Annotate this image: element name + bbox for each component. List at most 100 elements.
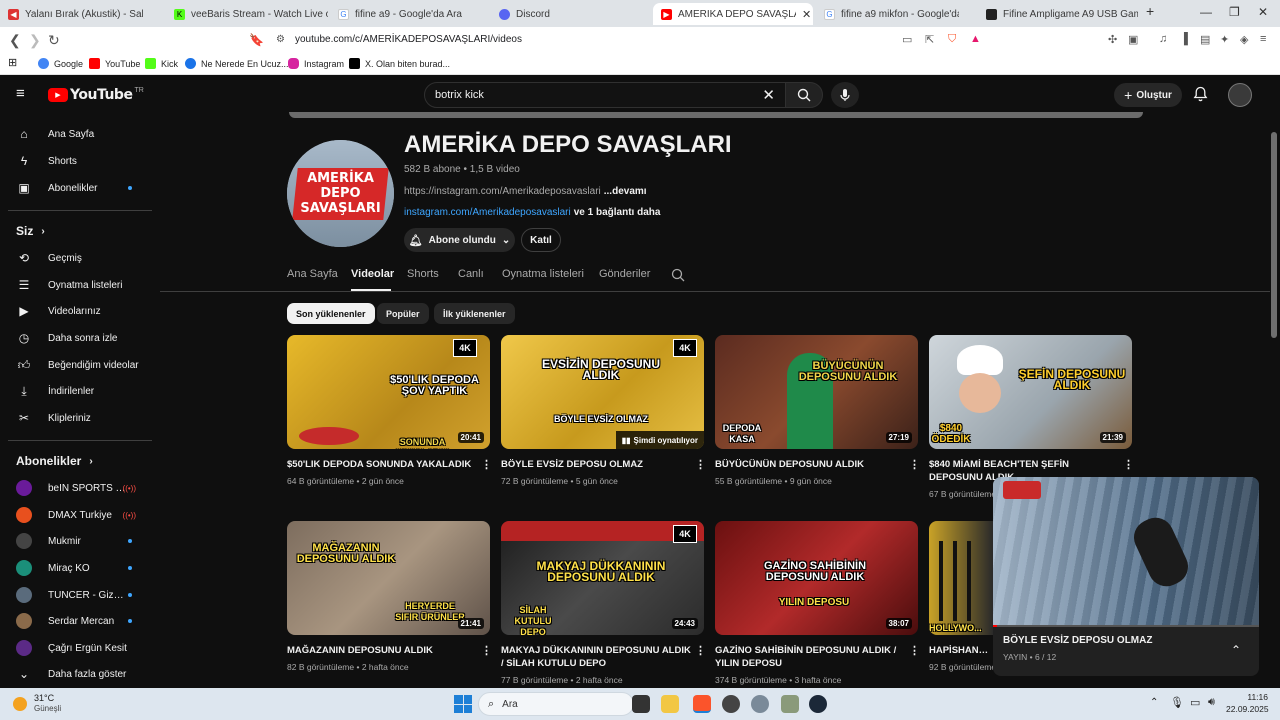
channel-search-icon[interactable]: [671, 268, 685, 285]
maximize-icon[interactable]: ❐: [1229, 5, 1240, 19]
clock[interactable]: 11:16 22.09.2025: [1226, 692, 1269, 714]
clear-search-icon[interactable]: ✕: [762, 86, 775, 104]
reload-icon[interactable]: ↻: [48, 32, 60, 49]
weather-temp[interactable]: 31°C: [34, 693, 54, 703]
close-tab-icon[interactable]: ✕: [802, 8, 811, 21]
microphone-icon[interactable]: 🎙︎: [1170, 696, 1184, 709]
sidebar-you-heading[interactable]: Siz ›: [16, 224, 45, 238]
more-options-icon[interactable]: ⋮: [481, 458, 492, 471]
page-scrollbar[interactable]: [1271, 132, 1277, 338]
sidebar-subscriptions-heading[interactable]: Abonelikler ›: [16, 454, 93, 468]
media-icon[interactable]: ♫: [1159, 33, 1167, 45]
video-title[interactable]: $50'LIK DEPODA SONUNDA YAKALADIK: [287, 458, 477, 471]
account-avatar[interactable]: [1228, 83, 1252, 107]
sidebar-sub-channel[interactable]: Mukmir: [0, 529, 160, 553]
tab-videos[interactable]: Videolar: [351, 268, 394, 280]
menu-icon[interactable]: ≡: [1260, 33, 1266, 45]
volume-icon[interactable]: 🔊︎: [1208, 696, 1215, 709]
sidebar-item-watch-later[interactable]: ◷ Daha sonra izle: [0, 326, 160, 350]
weather-sun-icon[interactable]: [13, 697, 27, 711]
more-options-icon[interactable]: ⋮: [481, 644, 492, 657]
app-icon[interactable]: [722, 695, 740, 713]
bookmark-icon[interactable]: 🔖: [249, 33, 264, 47]
sidebar-item-liked-videos[interactable]: 👍︎ Beğendiğim videolar: [0, 353, 160, 377]
miniplayer[interactable]: BÖYLE EVSİZ DEPOSU OLMAZ YAYIN • 6 / 12 …: [993, 477, 1259, 676]
browser-tab[interactable]: Discord: [491, 3, 651, 25]
sidebar-show-more[interactable]: ⌄ Daha fazla göster: [0, 662, 160, 686]
sidebar-sub-channel[interactable]: TUNCER - Gizem...: [0, 583, 160, 607]
video-title[interactable]: BÖYLE EVSİZ DEPOSU OLMAZ: [501, 458, 691, 471]
hamburger-menu-icon[interactable]: ≡: [16, 86, 25, 101]
expand-queue-chevron-icon[interactable]: ⌃: [1231, 643, 1241, 657]
bookmark-x[interactable]: X. Olan biten burad...: [349, 58, 450, 69]
sidebar-item-subscriptions[interactable]: ▣ Abonelikler: [0, 176, 160, 200]
more-options-icon[interactable]: ⋮: [1123, 458, 1134, 471]
browser-tab[interactable]: G fifine a9 - Google'da Ara: [330, 3, 490, 25]
tray-overflow-icon[interactable]: ⌃: [1150, 697, 1158, 708]
back-icon[interactable]: ❮: [9, 32, 21, 49]
video-thumbnail[interactable]: GAZİNO SAHİBİNİN DEPOSUNU ALDIK YILIN DE…: [715, 521, 918, 635]
url-field[interactable]: youtube.com/c/AMERİKADEPOSAVAŞLARI/video…: [295, 34, 522, 45]
reader-icon[interactable]: ▣: [1128, 33, 1138, 46]
sidebar-item-shorts[interactable]: ϟ Shorts: [0, 149, 160, 173]
sidebar-sub-channel[interactable]: beIN SPORTS Tü...((•)): [0, 476, 160, 500]
video-title[interactable]: HAPİSHANEDE...: [929, 644, 993, 657]
tab-live[interactable]: Canlı: [458, 268, 484, 280]
browser-tab[interactable]: K veeBaris Stream - Watch Live on Kick: [166, 3, 328, 25]
tab-shorts[interactable]: Shorts: [407, 268, 439, 280]
video-thumbnail[interactable]: MAKYAJ DÜKKANININ DEPOSUNU ALDIK SİLAH K…: [501, 521, 704, 635]
windows-start-icon[interactable]: [454, 695, 472, 713]
video-thumbnail[interactable]: $50'LIK DEPODA ŞOV YAPTIK SONUNDA YAKALA…: [287, 335, 490, 449]
channel-link[interactable]: instagram.com/Amerikadeposavaslari: [404, 207, 571, 218]
video-title[interactable]: BÜYÜCÜNÜN DEPOSUNU ALDIK: [715, 458, 905, 471]
vpn-icon[interactable]: ◈: [1240, 33, 1248, 46]
browser-tab[interactable]: G fifine a9 mikfon - Google'da Ara: [816, 3, 976, 25]
bookmark-google[interactable]: Google: [38, 58, 83, 69]
sidebar-item-your-videos[interactable]: ▶ Videolarınız: [0, 299, 160, 323]
more-options-icon[interactable]: ⋮: [695, 644, 706, 657]
channel-description[interactable]: https://instagram.com/Amerikadeposavasla…: [404, 186, 647, 197]
channel-avatar[interactable]: AMERİKA DEPO SAVAŞLARI: [287, 140, 394, 247]
browser-tab[interactable]: Fifine Ampligame A9 USB Gaming Y...: [978, 3, 1138, 25]
sidebar-item-playlists[interactable]: ☰ Oynatma listeleri: [0, 273, 160, 297]
settings-icon[interactable]: [751, 695, 769, 713]
sidebar-item-downloads[interactable]: ⤓ İndirilenler: [0, 379, 160, 403]
tab-playlists[interactable]: Oynatma listeleri: [502, 268, 584, 280]
chip-oldest[interactable]: İlk yüklenenler: [434, 303, 515, 324]
chip-latest[interactable]: Son yüklenenler: [287, 303, 375, 324]
steam-icon[interactable]: [809, 695, 827, 713]
chip-popular[interactable]: Popüler: [377, 303, 429, 324]
create-button[interactable]: + Oluştur: [1114, 83, 1182, 107]
task-view-icon[interactable]: [632, 695, 650, 713]
close-window-icon[interactable]: ✕: [1258, 5, 1268, 19]
bookmark-youtube[interactable]: YouTube: [89, 58, 140, 69]
more-options-icon[interactable]: ⋮: [909, 644, 920, 657]
progress-track[interactable]: [993, 625, 1259, 627]
taskbar-search[interactable]: ⌕ Ara: [478, 692, 634, 716]
sidebar-item-clips[interactable]: ✂ Klipleriniz: [0, 406, 160, 430]
bookmark-instagram[interactable]: Instagram: [288, 58, 344, 69]
new-tab-icon[interactable]: +: [1146, 3, 1154, 19]
video-thumbnail[interactable]: EVSİZİN DEPOSUNU ALDIK BÖYLE EVSİZ OLMAZ…: [501, 335, 704, 449]
tab-home[interactable]: Ana Sayfa: [287, 268, 338, 280]
youtube-logo[interactable]: ▶ YouTube TR: [48, 87, 144, 103]
miniplayer-video[interactable]: [993, 477, 1259, 626]
search-input[interactable]: botrix kick: [435, 89, 484, 101]
sidebar-item-history[interactable]: ⟲ Geçmiş: [0, 246, 160, 270]
more-options-icon[interactable]: ⋮: [695, 458, 706, 471]
cast-icon[interactable]: ▭: [902, 33, 912, 46]
search-button[interactable]: [785, 82, 823, 108]
sidebar-sub-channel[interactable]: Serdar Mercan: [0, 609, 160, 633]
rewards-icon[interactable]: ▲: [970, 33, 981, 45]
file-explorer-icon[interactable]: [661, 695, 679, 713]
sidebar-sub-channel[interactable]: Çağrı Ergün Kesit: [0, 636, 160, 660]
network-icon[interactable]: ▭: [1190, 696, 1200, 709]
more-options-icon[interactable]: ⋮: [909, 458, 920, 471]
app-icon[interactable]: [781, 695, 799, 713]
brave-shield-icon[interactable]: ⛉: [948, 33, 956, 46]
share-icon[interactable]: ⇱: [925, 33, 934, 46]
browser-tab-active[interactable]: ▶ AMERİKA DEPO SAVAŞLARI - Yo... ✕: [653, 3, 813, 25]
extensions-icon[interactable]: ✣: [1108, 33, 1117, 46]
notifications-bell-icon[interactable]: [1193, 86, 1208, 105]
video-title[interactable]: MAĞAZANIN DEPOSUNU ALDIK: [287, 644, 477, 657]
